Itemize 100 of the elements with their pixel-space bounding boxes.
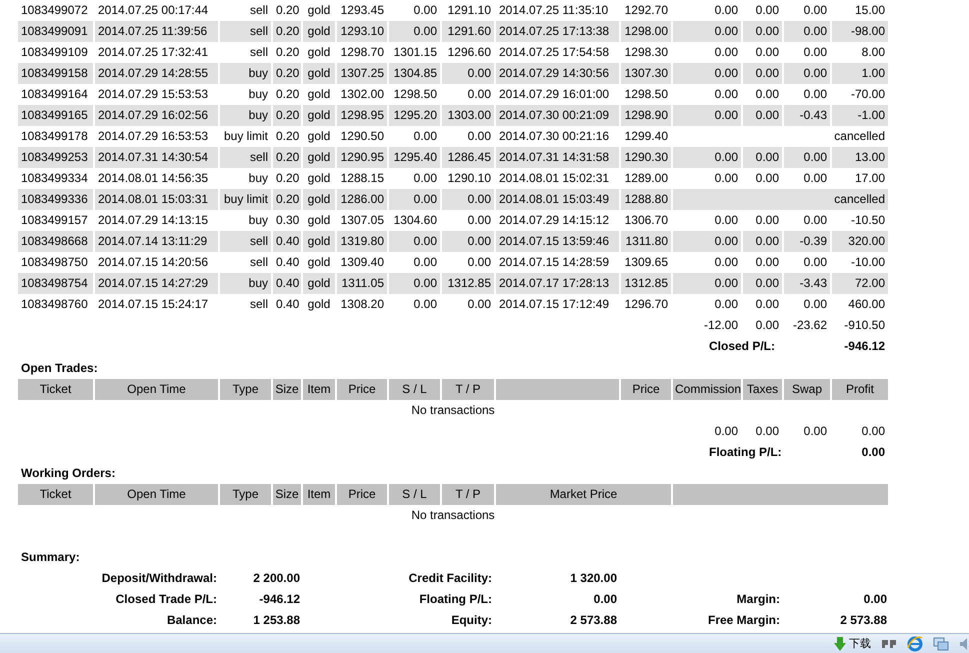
table-cell-text: 0.00 <box>412 170 438 187</box>
table-cell-text: gold <box>306 212 332 229</box>
table-cell: 2014.07.15 13:59:46 <box>496 231 619 252</box>
table-cell: gold <box>303 147 335 168</box>
column-header: Profit <box>832 379 888 400</box>
table-cell-text: gold <box>306 170 332 187</box>
total-cell-text: 0.00 <box>802 423 828 440</box>
table-cell: 1291.60 <box>442 21 494 42</box>
table-cell-text: 1290.50 <box>340 128 385 145</box>
column-header: Market Price <box>496 484 671 505</box>
table-cell: 2014.07.25 11:39:56 <box>95 21 218 42</box>
table-cell-text: 0.00 <box>412 254 438 271</box>
table-cell: 1312.85 <box>442 273 494 294</box>
table-cell: sell <box>220 147 271 168</box>
table-cell: 0.00 <box>673 273 741 294</box>
table-cell-text: 0.00 <box>714 170 739 187</box>
table-cell: 1083499091 <box>18 21 93 42</box>
table-cell: 1290.30 <box>621 147 671 168</box>
table-cell: 1083499158 <box>18 63 93 84</box>
total-cell-text: 0.00 <box>860 423 886 440</box>
table-cell-text: 0.00 <box>754 296 780 313</box>
table-cell: 0.00 <box>389 189 440 210</box>
table-cell: 0.00 <box>389 231 440 252</box>
table-cell-text: gold <box>306 86 332 103</box>
table-cell: gold <box>303 105 335 126</box>
table-cell: 13.00 <box>832 147 888 168</box>
table-cell: 0.00 <box>743 147 782 168</box>
column-header: T / P <box>442 484 494 505</box>
table-cell-text: 0.00 <box>802 170 828 187</box>
table-cell: 2014.07.30 00:21:09 <box>496 105 619 126</box>
table-cell: gold <box>303 21 335 42</box>
table-cell: 0.00 <box>673 105 741 126</box>
table-cell: 0.20 <box>273 21 301 42</box>
table-cell-text: 0.00 <box>714 296 739 313</box>
table-cell-text: 0.20 <box>275 44 300 61</box>
summary-value: 2 200.00 <box>252 570 300 587</box>
table-cell-text: 0.20 <box>275 86 300 103</box>
summary-value: -946.12 <box>258 591 300 608</box>
table-cell: 0.00 <box>442 63 494 84</box>
table-cell-text: 1296.70 <box>624 296 669 313</box>
table-cell-text: buy <box>248 86 269 103</box>
table-cell-text: 2014.08.01 14:56:35 <box>97 170 210 187</box>
column-header: Commission <box>673 379 741 400</box>
table-cell: -0.39 <box>784 231 830 252</box>
table-cell: 0.00 <box>784 63 830 84</box>
table-cell: 0.00 <box>784 147 830 168</box>
summary-label: Equity: <box>450 612 492 629</box>
table-cell: 0.00 <box>673 147 741 168</box>
table-cell: gold <box>303 231 335 252</box>
table-cell-text: 0.00 <box>466 86 492 103</box>
table-cell: 1304.85 <box>389 63 440 84</box>
glasses-icon[interactable] <box>881 638 897 648</box>
table-cell-text: 1083499178 <box>20 128 89 145</box>
table-cell-text: 1308.20 <box>340 296 385 313</box>
table-cell-text: 2014.07.15 15:24:17 <box>97 296 210 313</box>
table-cell-text: buy <box>248 212 269 229</box>
column-header: S / L <box>389 484 440 505</box>
table-cell-text: 0.00 <box>714 44 739 61</box>
windows-icon[interactable] <box>933 636 949 650</box>
column-header: Taxes <box>743 379 782 400</box>
table-cell-text: 1306.70 <box>624 212 669 229</box>
column-header: Open Time <box>95 379 218 400</box>
table-cell-text: sell <box>248 254 269 271</box>
table-cell: 2014.07.17 17:28:13 <box>496 273 619 294</box>
table-cell: 2014.07.31 14:30:54 <box>95 147 218 168</box>
table-cell: gold <box>303 63 335 84</box>
total-cell-text: 0.00 <box>754 317 780 334</box>
table-cell: 0.00 <box>784 21 830 42</box>
table-cell-text: 0.20 <box>275 2 300 19</box>
table-cell-text: 0.00 <box>802 254 828 271</box>
summary-value: 1 320.00 <box>569 570 617 587</box>
table-cell: cancelled <box>673 189 888 210</box>
download-label[interactable]: 下载 <box>849 636 871 651</box>
table-cell-text: 2014.07.29 16:53:53 <box>97 128 210 145</box>
table-cell: 1298.95 <box>337 105 387 126</box>
table-cell-text: 1293.45 <box>340 2 385 19</box>
table-cell: 2014.07.29 14:30:56 <box>496 63 619 84</box>
column-header: S / L <box>389 379 440 400</box>
table-cell-text: gold <box>306 254 332 271</box>
table-cell: gold <box>303 189 335 210</box>
table-cell-text: 1301.15 <box>392 44 438 61</box>
table-cell: 1303.00 <box>442 105 494 126</box>
download-arrow-icon[interactable] <box>834 636 846 650</box>
summary-value: 1 253.88 <box>252 612 300 629</box>
section-title: Working Orders: <box>21 465 116 482</box>
summary-label: Balance: <box>166 612 217 629</box>
table-cell-text: gold <box>306 44 332 61</box>
table-cell-text: 2014.07.29 16:01:00 <box>498 86 610 103</box>
table-cell-text: 1083499334 <box>20 170 89 187</box>
table-cell-text: 17.00 <box>854 170 886 187</box>
table-cell-text: -10.00 <box>850 254 886 271</box>
table-cell: 0.00 <box>442 231 494 252</box>
table-cell: 2014.07.15 14:27:29 <box>95 273 218 294</box>
summary-label: Floating P/L: <box>418 591 492 608</box>
table-cell-text: 2014.08.01 15:02:31 <box>498 170 610 187</box>
table-cell: 0.20 <box>273 63 301 84</box>
total-cell-text: -910.50 <box>843 317 886 334</box>
summary-value: 0.00 <box>862 591 887 608</box>
table-cell-text: sell <box>248 44 269 61</box>
browser-e-icon[interactable] <box>907 636 923 652</box>
